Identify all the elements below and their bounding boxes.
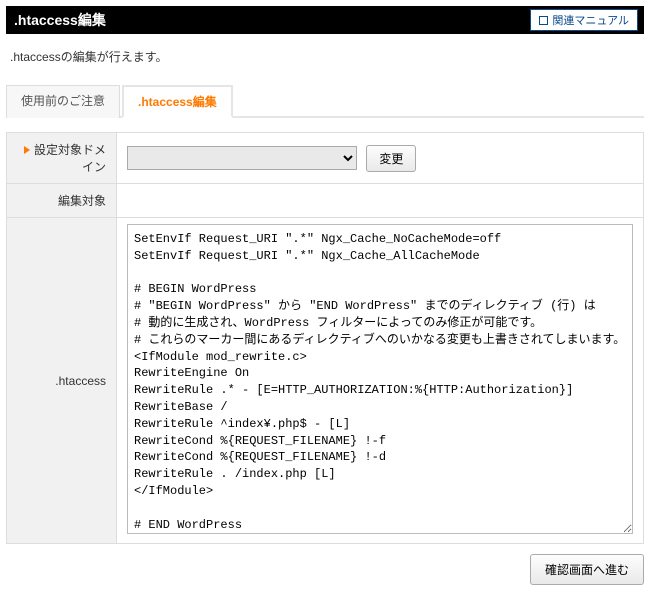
target-row-label: 編集対象 xyxy=(7,184,117,218)
title-bar: .htaccess編集 関連マニュアル xyxy=(6,6,644,34)
tab-pre-notice[interactable]: 使用前のご注意 xyxy=(6,85,120,118)
triangle-icon xyxy=(24,146,30,154)
manual-icon xyxy=(539,16,548,25)
footer: 確認画面へ進む xyxy=(6,544,644,589)
related-manual-button[interactable]: 関連マニュアル xyxy=(530,9,638,31)
tab-htaccess-edit[interactable]: .htaccess編集 xyxy=(122,85,233,118)
domain-select[interactable] xyxy=(127,146,357,170)
domain-row-label: 設定対象ドメイン xyxy=(7,133,117,184)
htaccess-textarea[interactable] xyxy=(127,224,633,534)
page-title: .htaccess編集 xyxy=(14,10,106,30)
target-value xyxy=(127,190,427,208)
proceed-button[interactable]: 確認画面へ進む xyxy=(530,554,644,585)
tab-strip: 使用前のご注意 .htaccess編集 xyxy=(6,83,644,118)
manual-label: 関連マニュアル xyxy=(552,12,629,28)
htaccess-row-label: .htaccess xyxy=(7,218,117,544)
settings-table: 設定対象ドメイン 変更 編集対象 .htaccess xyxy=(6,132,644,544)
change-button[interactable]: 変更 xyxy=(366,145,416,172)
page-description: .htaccessの編集が行えます。 xyxy=(6,34,644,83)
